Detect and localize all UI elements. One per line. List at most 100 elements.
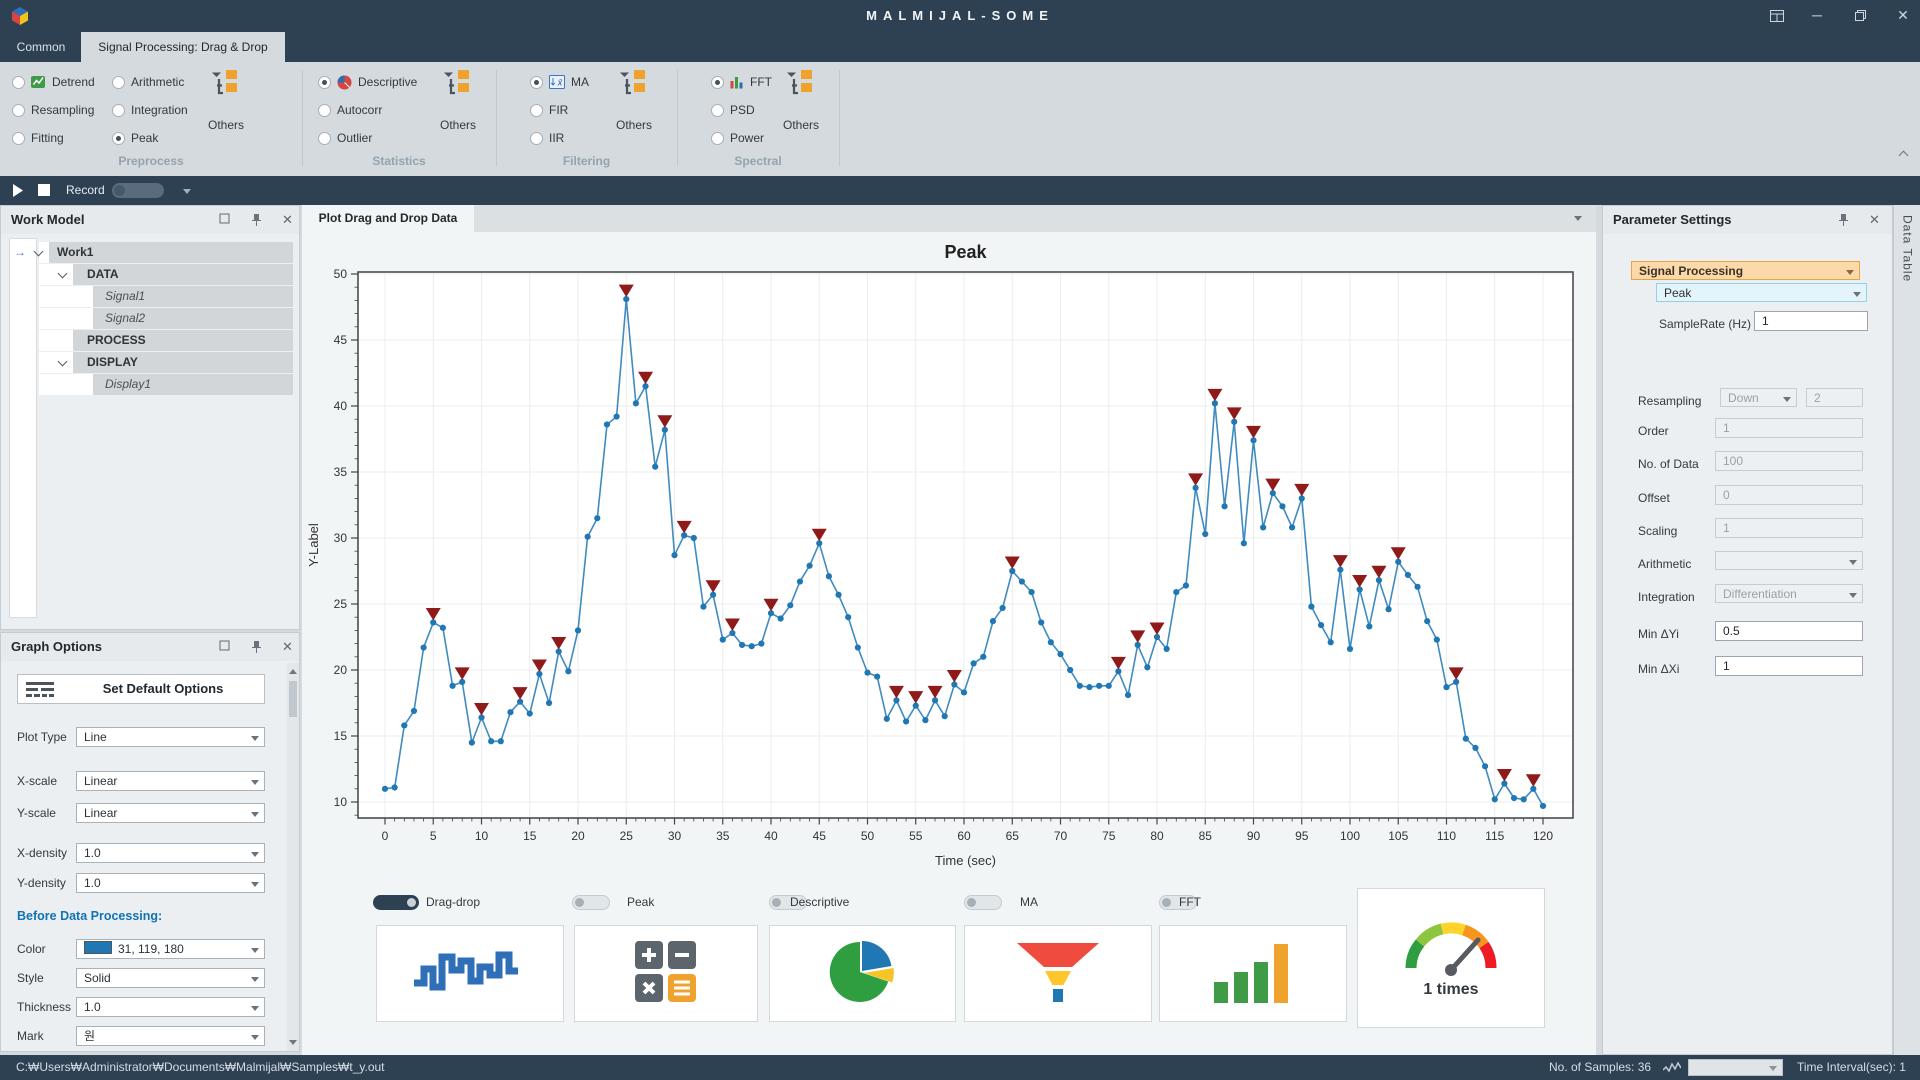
radio-fft[interactable] [711, 76, 724, 89]
radio-outlier[interactable] [318, 132, 331, 145]
card-gauge[interactable]: 1 times [1357, 888, 1545, 1028]
ribbon-item-power[interactable]: Power [711, 128, 764, 148]
param-input-samplerate-hz-[interactable]: 1 [1754, 311, 1868, 331]
radio-autocorr[interactable] [318, 104, 331, 117]
ribbon-item-fitting[interactable]: Fitting [12, 128, 64, 148]
chevron-up-icon[interactable] [1896, 150, 1910, 160]
close-panel-icon[interactable]: ✕ [1869, 206, 1880, 234]
param-input-min-yi[interactable]: 0.5 [1715, 621, 1863, 641]
card-calculator[interactable] [574, 925, 758, 1022]
others-button[interactable]: Others [773, 70, 829, 136]
record-toggle[interactable] [112, 183, 164, 198]
radio-ma[interactable] [530, 76, 543, 89]
play-icon[interactable] [12, 184, 24, 197]
tab-common[interactable]: Common [4, 32, 78, 62]
category-select[interactable]: Signal Processing [1631, 261, 1860, 280]
tree-item-display[interactable]: DISPLAY [87, 352, 138, 373]
stop-icon[interactable] [38, 184, 50, 196]
ribbon-item-peak[interactable]: Peak [112, 128, 158, 148]
others-button[interactable]: Others [430, 70, 486, 136]
ribbon-item-detrend[interactable]: Detrend [12, 72, 95, 92]
radio-power[interactable] [711, 132, 724, 145]
param-input-scaling[interactable]: 1 [1715, 518, 1863, 538]
param-select-arithmetic[interactable] [1715, 551, 1863, 570]
field-select-x-density[interactable]: 1.0 [76, 843, 265, 863]
group-separator [677, 70, 678, 166]
minimize-button[interactable]: ─ [1800, 0, 1834, 32]
radio-descriptive[interactable] [318, 76, 331, 89]
pin-icon[interactable] [1838, 213, 1849, 226]
tab-data-table[interactable]: Data Table [1901, 215, 1915, 282]
restore-panel-icon[interactable] [219, 640, 230, 651]
status-select[interactable] [1688, 1059, 1783, 1076]
set-default-options-button[interactable]: Set Default Options [17, 674, 265, 704]
toggle-peak[interactable] [572, 895, 610, 910]
layout-grid-icon[interactable] [1760, 0, 1794, 32]
param-input-order[interactable]: 1 [1715, 418, 1863, 438]
group-separator [302, 70, 303, 166]
toggle-drag-drop[interactable] [373, 895, 419, 910]
chevron-down-icon[interactable] [1574, 216, 1582, 221]
ribbon-item-ma[interactable]: x̄MA [530, 72, 589, 92]
tab-plot-drag-drop[interactable]: Plot Drag and Drop Data [302, 205, 474, 232]
close-button[interactable]: ✕ [1886, 0, 1920, 32]
field-select-color[interactable]: 31, 119, 180 [76, 939, 265, 959]
field-select-x-scale[interactable]: Linear [76, 771, 265, 791]
maximize-button[interactable] [1843, 0, 1877, 32]
param-input-offset[interactable]: 0 [1715, 485, 1863, 505]
radio-resampling[interactable] [12, 104, 25, 117]
ribbon-item-iir[interactable]: IIR [530, 128, 564, 148]
param-input-no-of-data[interactable]: 100 [1715, 451, 1863, 471]
pin-icon[interactable] [251, 640, 262, 653]
radio-iir[interactable] [530, 132, 543, 145]
ribbon-item-outlier[interactable]: Outlier [318, 128, 372, 148]
param-input-min-xi[interactable]: 1 [1715, 656, 1863, 676]
tree-item-work1[interactable]: Work1 [57, 242, 93, 263]
tree-item-signal2[interactable]: Signal2 [105, 308, 145, 329]
peak-chart[interactable]: 1015202530354045500510152025303540455055… [302, 232, 1596, 894]
ribbon-item-resampling[interactable]: Resampling [12, 100, 94, 120]
radio-integration[interactable] [112, 104, 125, 117]
card-funnel[interactable] [964, 925, 1152, 1022]
ribbon-item-integration[interactable]: Integration [112, 100, 188, 120]
ribbon-item-autocorr[interactable]: Autocorr [318, 100, 382, 120]
tree-item-data[interactable]: DATA [87, 264, 119, 285]
radio-detrend[interactable] [12, 76, 25, 89]
field-select-y-scale[interactable]: Linear [76, 803, 265, 823]
others-button[interactable]: Others [606, 70, 662, 136]
ribbon-item-fir[interactable]: FIR [530, 100, 568, 120]
card-signal[interactable] [376, 925, 564, 1022]
field-select-plot-type[interactable]: Line [76, 727, 265, 747]
close-panel-icon[interactable]: ✕ [282, 206, 293, 234]
radio-peak[interactable] [112, 132, 125, 145]
param-select-resampling[interactable]: Down [1720, 388, 1797, 407]
others-button[interactable]: Others [198, 70, 254, 136]
tab-signal-processing-drag-drop[interactable]: Signal Processing: Drag & Drop [81, 32, 285, 62]
record-dropdown-icon[interactable] [183, 189, 191, 194]
pin-icon[interactable] [251, 213, 262, 226]
card-bar-chart[interactable] [1159, 925, 1347, 1022]
ribbon-item-fft[interactable]: FFT [711, 72, 772, 92]
graph-options-scrollbar[interactable] [287, 663, 299, 1051]
close-panel-icon[interactable]: ✕ [282, 633, 293, 661]
ribbon-item-arithmetic[interactable]: Arithmetic [112, 72, 184, 92]
radio-psd[interactable] [711, 104, 724, 117]
field-select-mark[interactable]: 원 [76, 1026, 265, 1046]
field-select-style[interactable]: Solid [76, 968, 265, 988]
radio-fitting[interactable] [12, 132, 25, 145]
tree-item-signal1[interactable]: Signal1 [105, 286, 145, 307]
card-pie-chart[interactable] [769, 925, 956, 1022]
ribbon-item-descriptive[interactable]: Descriptive [318, 72, 417, 92]
param-select-integration[interactable]: Differentiation [1715, 584, 1863, 603]
field-select-y-density[interactable]: 1.0 [76, 873, 265, 893]
param-input-resampling-factor[interactable]: 2 [1806, 388, 1863, 407]
tree-item-process[interactable]: PROCESS [87, 330, 146, 351]
restore-panel-icon[interactable] [219, 213, 230, 224]
radio-arithmetic[interactable] [112, 76, 125, 89]
method-select[interactable]: Peak [1656, 283, 1867, 302]
toggle-ma[interactable] [964, 895, 1002, 910]
radio-fir[interactable] [530, 104, 543, 117]
field-select-thickness[interactable]: 1.0 [76, 997, 265, 1017]
tree-item-display1[interactable]: Display1 [105, 374, 151, 395]
ribbon-item-psd[interactable]: PSD [711, 100, 755, 120]
